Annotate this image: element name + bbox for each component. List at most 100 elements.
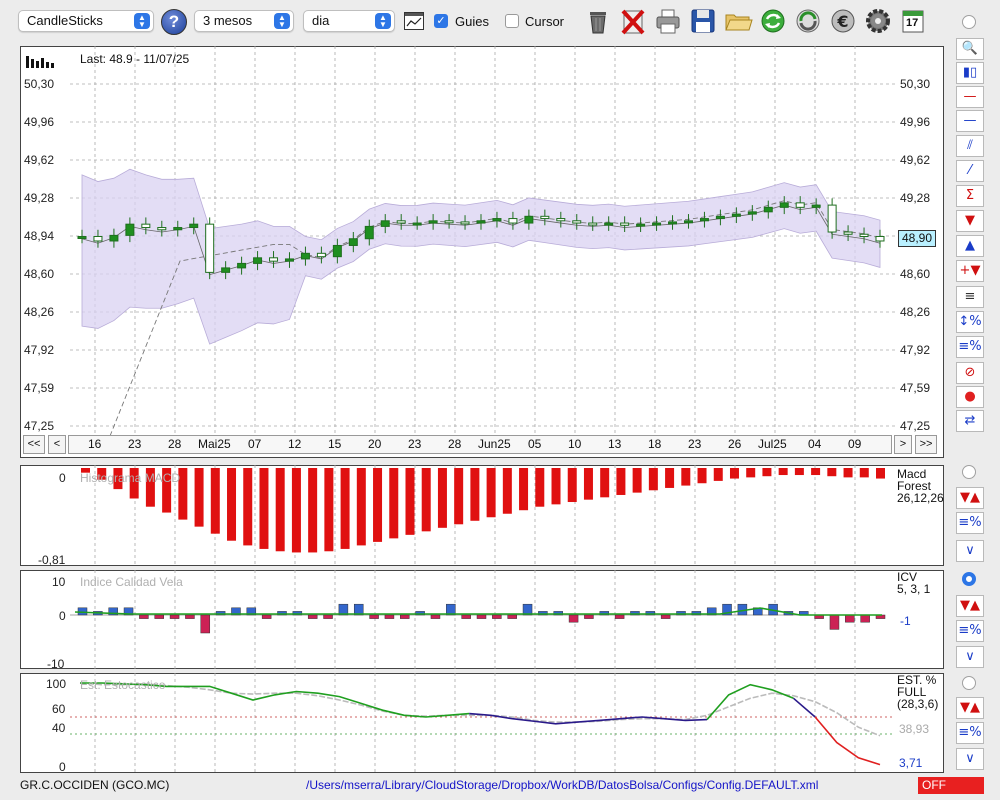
y-tick-right: 48,26 (900, 305, 931, 319)
red-green-arrows-button[interactable]: ▼▲ (956, 697, 984, 719)
help-icon: ? (168, 12, 180, 31)
candle-body (763, 206, 773, 213)
floppy-icon (691, 9, 715, 33)
red-green-arrows-button[interactable]: ▼▲ (956, 595, 984, 617)
record-icon: ● (964, 389, 976, 404)
blue-arrow-up-icon: ▲ (965, 238, 975, 253)
curve-button[interactable]: ∨ (956, 646, 984, 668)
nav-prev-button[interactable]: < (48, 435, 66, 454)
macd-bar (762, 468, 772, 477)
panel-select-radio[interactable] (962, 676, 976, 690)
record-button[interactable]: ● (956, 386, 984, 408)
delete-button[interactable] (618, 6, 648, 36)
y-tick-left: 50,30 (24, 77, 55, 91)
trendline-icon: ⁄ (968, 163, 972, 178)
trash-button[interactable] (583, 6, 613, 36)
x-axis-label: 12 (288, 437, 302, 451)
macd-bar (227, 468, 237, 541)
swap-arrows-button[interactable]: ⇄ (956, 410, 984, 432)
candle-body (588, 222, 598, 226)
red-green-arrows-button[interactable]: ▼▲ (956, 487, 984, 509)
macd-bar (778, 468, 788, 476)
macd-bar (551, 468, 561, 505)
percent-lines-button[interactable]: ≡% (956, 336, 984, 358)
candle-body (668, 221, 678, 225)
red-arrow-down-button[interactable]: ▼ (956, 210, 984, 232)
channel-button[interactable]: ⫽ (956, 135, 984, 157)
nav-next-button[interactable]: > (894, 435, 912, 454)
curve-button[interactable]: ∨ (956, 748, 984, 770)
macd-bar (632, 468, 642, 493)
dashed-lines-button[interactable]: ≡ (956, 286, 984, 308)
y-tick-right: 47,59 (900, 381, 931, 395)
help-button[interactable]: ? (161, 9, 187, 35)
calendar-button[interactable]: 17 (898, 6, 928, 36)
macd-y-bottom: -0,81 (38, 553, 66, 567)
red-arrow-down-icon: ▼ (965, 213, 975, 228)
magnifier-button[interactable]: 🔍 (956, 38, 984, 60)
icv-bar (845, 614, 855, 623)
svg-text:€: € (836, 12, 848, 31)
trendline-button[interactable]: ⁄ (956, 160, 984, 182)
macd-bar (421, 468, 431, 532)
bars-logo-icon (26, 56, 54, 68)
folder-icon (725, 14, 753, 31)
panel-select-radio[interactable] (962, 572, 976, 586)
candle-body (556, 218, 566, 222)
percent-lines-button[interactable]: ≡% (956, 722, 984, 744)
stop-button[interactable]: ⊘ (956, 362, 984, 384)
refresh-button[interactable] (758, 6, 788, 36)
blue-arrow-up-button[interactable]: ▲ (956, 235, 984, 257)
x-axis-label: 28 (168, 437, 182, 451)
candle-body (699, 218, 709, 222)
chart-window-button[interactable] (404, 12, 424, 30)
settings-button[interactable] (863, 6, 893, 36)
percent-lines-icon: ≡% (958, 725, 982, 740)
nav-first-button[interactable]: << (23, 435, 45, 454)
macd-bar (405, 468, 415, 535)
y-tick-right: 49,96 (900, 115, 931, 129)
save-button[interactable] (688, 6, 718, 36)
gear-icon (866, 9, 890, 33)
print-button[interactable] (653, 6, 683, 36)
curve-button[interactable]: ∨ (956, 540, 984, 562)
y-tick-left: 47,59 (24, 381, 55, 395)
nav-last-button[interactable]: >> (915, 435, 937, 454)
chevron-updown-icon: ▲ ▼ (375, 13, 391, 29)
plus-arrows-button[interactable]: +▼ (956, 260, 984, 282)
y-tick-right: 48,60 (900, 267, 931, 281)
sync-button[interactable] (793, 6, 823, 36)
x-axis-label: 05 (528, 437, 542, 451)
macd-bar (373, 468, 383, 542)
macd-bar (827, 468, 837, 477)
status-off-badge[interactable]: OFF (918, 777, 984, 794)
candle-body (492, 218, 502, 222)
main-panel-radio[interactable] (962, 15, 976, 29)
y-tick-left: 47,92 (24, 343, 55, 357)
icv-bar (476, 614, 487, 619)
percent-lines-button[interactable]: ≡% (956, 620, 984, 642)
period-select[interactable]: 3 mesos ▲ ▼ (194, 10, 294, 32)
open-folder-button[interactable] (723, 6, 753, 36)
interval-select[interactable]: dia ▲ ▼ (303, 10, 395, 32)
fibonacci-button[interactable]: Σ (956, 185, 984, 207)
dashed-lines-icon: ≡ (964, 289, 976, 304)
stoch-fast-line-green2 (706, 683, 794, 721)
cursor-checkbox[interactable] (505, 14, 519, 28)
candle-chart-button[interactable]: ▮▯ (956, 62, 984, 84)
macd-bar (665, 468, 675, 488)
curve-icon: ∨ (965, 751, 975, 766)
red-green-arrows-icon: ▼▲ (960, 490, 980, 505)
red-hline-button[interactable]: — (956, 86, 984, 108)
percent-range-button[interactable]: ↕% (956, 311, 984, 333)
candle-body (524, 215, 534, 224)
chart-type-select[interactable]: CandleSticks ▲ ▼ (18, 10, 154, 32)
percent-lines-button[interactable]: ≡% (956, 512, 984, 534)
guides-checkbox[interactable]: ✓ (434, 14, 448, 28)
config-path-link[interactable]: /Users/mserra/Library/CloudStorage/Dropb… (306, 778, 818, 792)
euro-button[interactable]: € (828, 6, 858, 36)
panel-select-radio[interactable] (962, 465, 976, 479)
macd-bar (729, 468, 739, 479)
blue-hline-button[interactable]: — (956, 110, 984, 132)
icv-bar (369, 614, 379, 619)
